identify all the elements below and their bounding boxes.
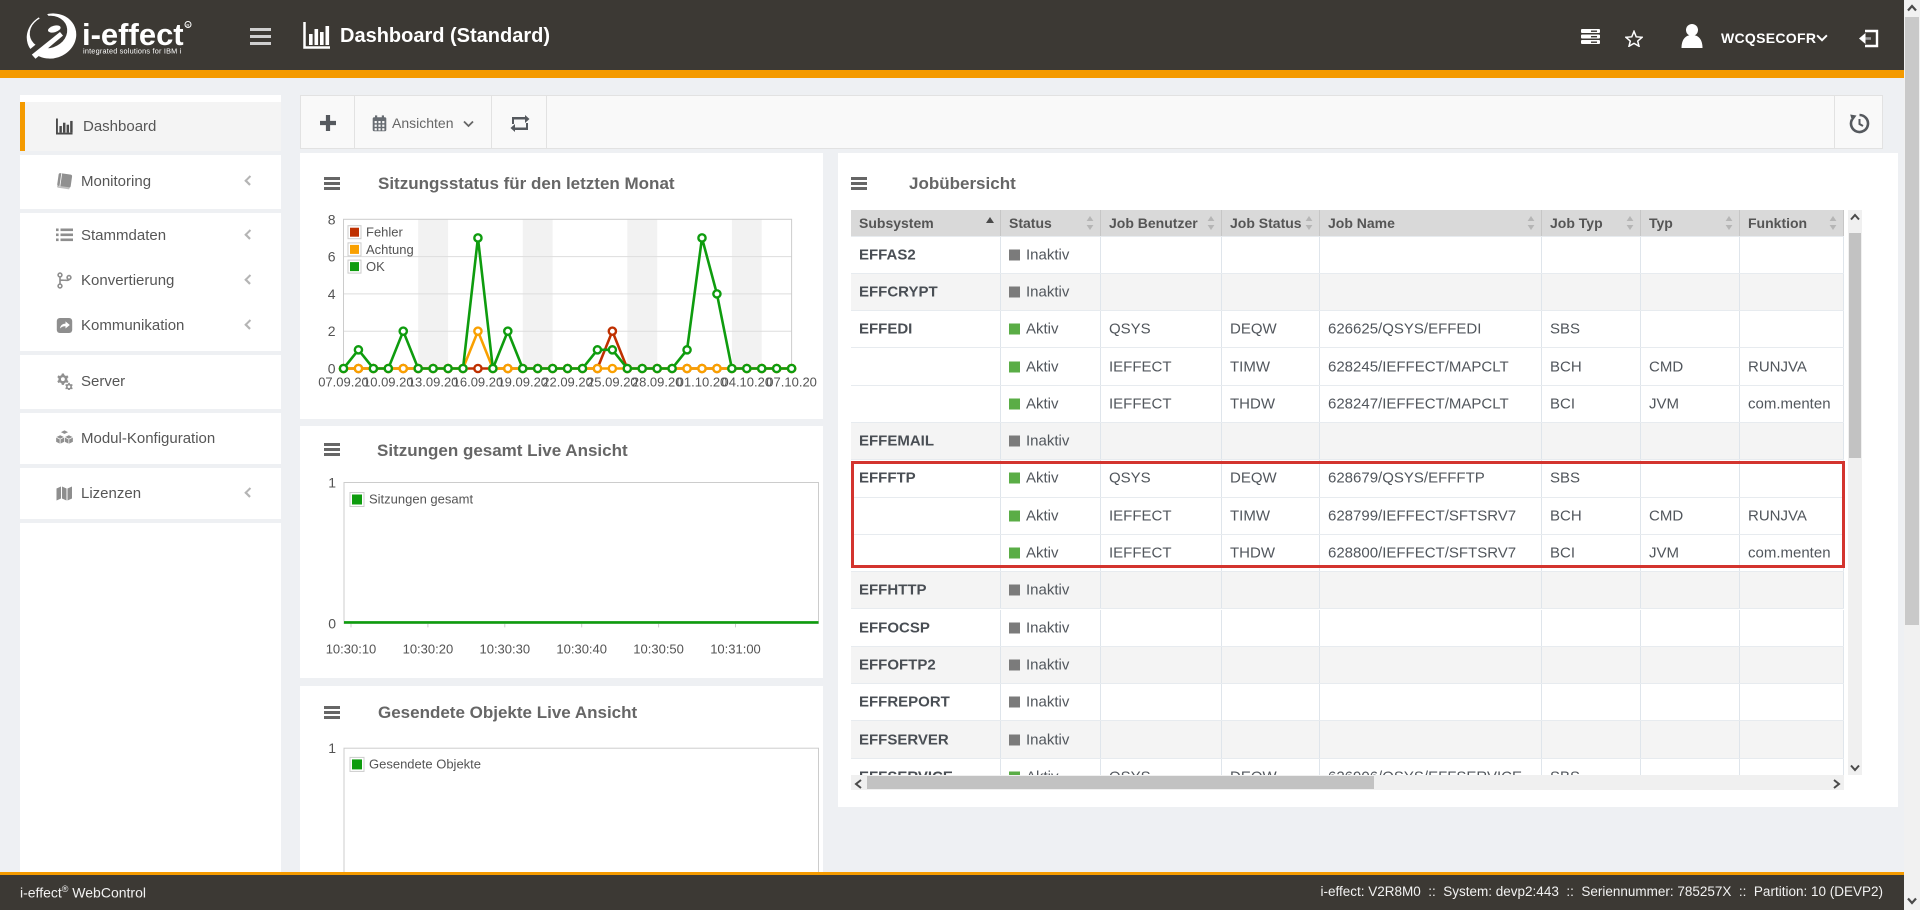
- svg-text:19.09.20: 19.09.20: [497, 375, 548, 390]
- svg-text:10:30:20: 10:30:20: [403, 641, 454, 656]
- svg-text:integrated solutions for IBM i: integrated solutions for IBM i: [83, 47, 182, 56]
- svg-text:07.10.20: 07.10.20: [766, 375, 817, 390]
- svg-text:OK: OK: [366, 259, 385, 274]
- svg-text:10:30:10: 10:30:10: [326, 641, 377, 656]
- svg-text:10:30:40: 10:30:40: [556, 641, 607, 656]
- svg-text:10:30:30: 10:30:30: [479, 641, 530, 656]
- svg-text:Sitzungen gesamt: Sitzungen gesamt: [369, 492, 473, 507]
- svg-text:28.09.20: 28.09.20: [632, 375, 683, 390]
- svg-text:0: 0: [328, 615, 336, 631]
- svg-text:Achtung: Achtung: [366, 242, 414, 257]
- svg-text:01.10.20: 01.10.20: [677, 375, 728, 390]
- svg-text:10:30:50: 10:30:50: [633, 641, 684, 656]
- svg-text:22.09.20: 22.09.20: [542, 375, 593, 390]
- svg-text:04.10.20: 04.10.20: [721, 375, 772, 390]
- svg-text:6: 6: [328, 249, 336, 265]
- svg-text:16.09.20: 16.09.20: [453, 375, 504, 390]
- svg-text:10:31:00: 10:31:00: [710, 641, 761, 656]
- svg-text:2: 2: [328, 323, 336, 339]
- svg-text:Fehler: Fehler: [366, 225, 404, 240]
- svg-text:1: 1: [328, 475, 336, 491]
- svg-text:1: 1: [328, 740, 336, 756]
- svg-text:25.09.20: 25.09.20: [587, 375, 638, 390]
- svg-text:10.09.20: 10.09.20: [363, 375, 414, 390]
- svg-text:Gesendete Objekte: Gesendete Objekte: [369, 757, 481, 772]
- svg-text:R: R: [186, 23, 189, 28]
- svg-text:13.09.20: 13.09.20: [408, 375, 459, 390]
- svg-text:4: 4: [328, 286, 336, 302]
- svg-text:07.09.20: 07.09.20: [318, 375, 369, 390]
- svg-text:8: 8: [328, 211, 336, 227]
